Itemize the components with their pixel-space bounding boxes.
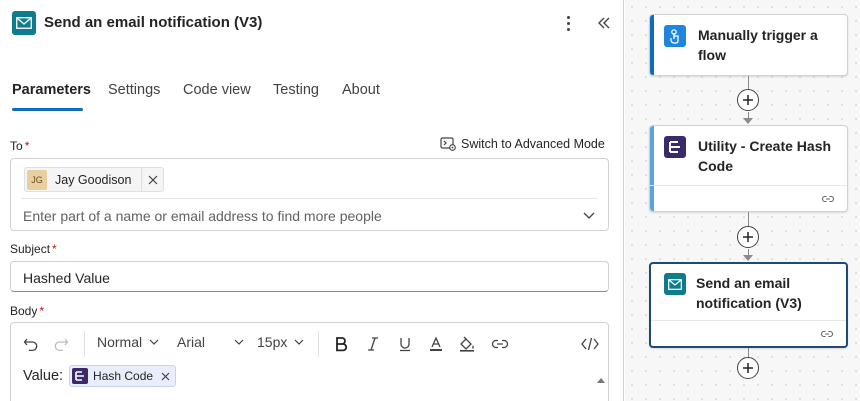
close-icon bbox=[161, 372, 170, 380]
font-size-value: 15px bbox=[257, 334, 288, 350]
connector-line bbox=[748, 76, 749, 90]
toolbar-separator bbox=[84, 331, 85, 357]
advanced-mode-label: Switch to Advanced Mode bbox=[461, 137, 605, 151]
undo-icon bbox=[23, 338, 38, 352]
paragraph-style-select[interactable]: Normal bbox=[97, 334, 160, 350]
card-footer bbox=[651, 320, 846, 346]
chevron-down-icon bbox=[294, 339, 304, 345]
action-details-panel: Send an email notification (V3) Paramete… bbox=[0, 0, 624, 401]
recipient-name: Jay Goodison bbox=[55, 172, 132, 187]
panel-tabs: Parameters Settings Code view Testing Ab… bbox=[0, 76, 623, 112]
font-family-value: Arial bbox=[177, 334, 206, 350]
editor-toolbar: Normal Arial 15px bbox=[11, 323, 610, 363]
tab-code-view[interactable]: Code view bbox=[183, 82, 251, 98]
to-field-divider bbox=[21, 198, 598, 199]
card-footer bbox=[650, 185, 847, 211]
recipient-chip: JG Jay Goodison bbox=[24, 167, 165, 192]
underline-icon bbox=[400, 338, 410, 352]
card-title: Utility - Create Hash Code bbox=[698, 138, 832, 174]
chevron-down-icon bbox=[234, 339, 244, 345]
connector-arrow bbox=[743, 255, 753, 261]
card-title: Send an email notification (V3) bbox=[696, 275, 802, 311]
font-color-icon bbox=[430, 336, 442, 351]
collapse-panel-button[interactable] bbox=[594, 12, 614, 34]
underline-button[interactable] bbox=[395, 333, 415, 355]
highlight-button[interactable] bbox=[457, 333, 477, 355]
mail-icon bbox=[664, 273, 686, 295]
caret-up-icon bbox=[597, 378, 605, 383]
body-label: Body * bbox=[10, 304, 45, 318]
paragraph-style-value: Normal bbox=[97, 334, 143, 350]
close-icon bbox=[148, 175, 158, 184]
subject-label: Subject * bbox=[10, 242, 57, 256]
to-label: To * bbox=[10, 139, 30, 153]
panel-title: Send an email notification (V3) bbox=[44, 14, 263, 31]
card-title: Manually trigger a flow bbox=[698, 27, 818, 63]
tab-about[interactable]: About bbox=[342, 82, 380, 98]
insert-step-button[interactable] bbox=[737, 226, 759, 248]
paint-bucket-icon bbox=[460, 336, 474, 352]
link-icon bbox=[820, 330, 834, 338]
scroll-up-button[interactable] bbox=[596, 371, 606, 383]
tab-settings[interactable]: Settings bbox=[108, 82, 160, 98]
subject-field[interactable]: Hashed Value bbox=[10, 261, 609, 292]
insert-step-button[interactable] bbox=[737, 357, 759, 379]
undo-button[interactable] bbox=[21, 333, 41, 355]
flow-card-manual-trigger[interactable]: Manually trigger a flow bbox=[649, 14, 848, 76]
utility-icon bbox=[72, 368, 89, 384]
body-prefix-text: Value: bbox=[23, 368, 64, 384]
toolbar-separator bbox=[318, 331, 319, 357]
font-family-select[interactable]: Arial bbox=[177, 334, 245, 350]
to-search-input[interactable] bbox=[23, 206, 563, 226]
chevron-down-icon bbox=[583, 212, 595, 219]
tab-testing[interactable]: Testing bbox=[273, 82, 319, 98]
italic-button[interactable] bbox=[363, 333, 383, 355]
flow-card-send-email[interactable]: Send an email notification (V3) bbox=[649, 262, 848, 348]
font-size-select[interactable]: 15px bbox=[257, 334, 305, 350]
to-dropdown-button[interactable] bbox=[581, 207, 597, 223]
code-view-button[interactable] bbox=[579, 333, 601, 355]
italic-icon bbox=[368, 337, 378, 351]
more-options-button[interactable] bbox=[558, 12, 578, 34]
insert-link-button[interactable] bbox=[489, 333, 511, 355]
panel-header: Send an email notification (V3) bbox=[0, 0, 623, 46]
card-accent bbox=[650, 15, 654, 75]
remove-recipient-button[interactable] bbox=[141, 168, 163, 191]
plus-icon bbox=[743, 363, 753, 373]
body-editor[interactable]: Normal Arial 15px Value: Hash Code bbox=[10, 322, 609, 401]
code-icon bbox=[581, 337, 599, 351]
remove-token-button[interactable] bbox=[161, 372, 170, 381]
insert-step-button[interactable] bbox=[737, 89, 759, 111]
subject-value: Hashed Value bbox=[23, 270, 110, 286]
body-content[interactable]: Value: Hash Code bbox=[23, 365, 177, 387]
utility-icon bbox=[664, 136, 686, 158]
link-icon bbox=[491, 339, 509, 349]
connector-line bbox=[748, 212, 749, 226]
connector-arrow bbox=[743, 118, 753, 124]
active-tab-indicator bbox=[12, 108, 83, 111]
redo-button[interactable] bbox=[51, 333, 71, 355]
flow-card-create-hash[interactable]: Utility - Create Hash Code bbox=[649, 125, 848, 212]
touch-icon bbox=[664, 25, 686, 47]
avatar: JG bbox=[27, 169, 47, 190]
plus-icon bbox=[743, 232, 753, 242]
advanced-mode-icon bbox=[440, 137, 456, 151]
plus-icon bbox=[743, 95, 753, 105]
token-label: Hash Code bbox=[93, 369, 154, 383]
redo-icon bbox=[54, 338, 69, 352]
bold-icon bbox=[336, 337, 348, 352]
dynamic-content-token[interactable]: Hash Code bbox=[69, 365, 177, 387]
double-chevron-left-icon bbox=[598, 17, 610, 29]
to-field[interactable]: JG Jay Goodison bbox=[10, 158, 609, 231]
chevron-down-icon bbox=[149, 339, 159, 345]
flow-canvas: Manually trigger a flow Utility - Create… bbox=[625, 0, 860, 401]
link-icon bbox=[821, 195, 835, 203]
mail-app-icon bbox=[12, 11, 36, 35]
tab-parameters[interactable]: Parameters bbox=[12, 82, 91, 98]
font-color-button[interactable] bbox=[426, 333, 446, 355]
bold-button[interactable] bbox=[331, 333, 351, 355]
switch-advanced-mode-button[interactable]: Switch to Advanced Mode bbox=[440, 137, 605, 151]
